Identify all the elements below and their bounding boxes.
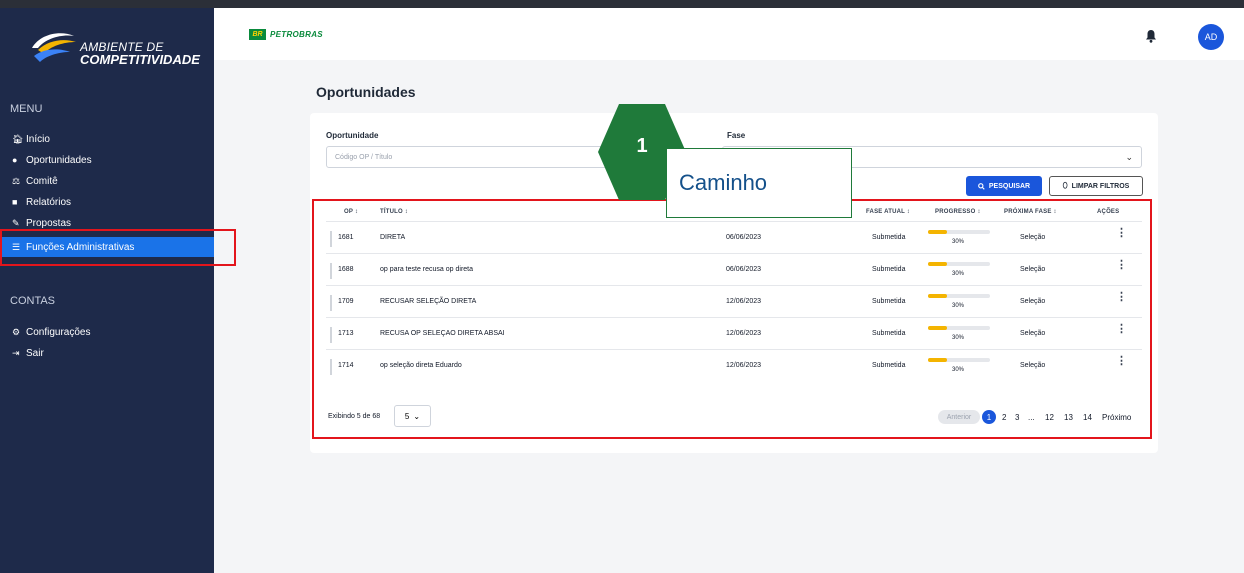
logo[interactable]: AMBIENTE DE COMPETITIVIDADE [30, 26, 200, 67]
sidebar-item-relatorios[interactable]: ■ Relatórios [0, 192, 214, 212]
logo-line2: COMPETITIVIDADE [80, 52, 200, 67]
sidebar-item-label: Propostas [26, 217, 72, 229]
search-button[interactable]: PESQUISAR [966, 176, 1042, 196]
menu-heading: MENU [10, 103, 43, 115]
brand-logo: BR PETROBRAS [249, 29, 323, 40]
highlight-table-box [312, 199, 1152, 439]
avatar[interactable]: AD [1198, 24, 1224, 50]
eraser-icon: ⬯ [1062, 181, 1068, 190]
accounts-heading: CONTAS [10, 295, 56, 307]
gear-icon: ⚙︎ [12, 326, 21, 337]
chevron-down-icon: ⌄ [1125, 152, 1133, 162]
sidebar-item-comite[interactable]: ⚖︎ Comitê [0, 171, 214, 191]
bell-icon[interactable] [1145, 29, 1157, 43]
sidebar-item-sair[interactable]: ⇥ Sair [0, 343, 214, 363]
clear-filters-label: LIMPAR FILTROS [1071, 182, 1130, 190]
callout-label: Caminho [679, 170, 768, 195]
search-icon [978, 182, 985, 190]
sidebar-item-label: Sair [26, 347, 44, 359]
sidebar: AMBIENTE DE COMPETITIVIDADE MENU 🏠︎ Iníc… [0, 8, 214, 573]
scale-icon: ⚖︎ [12, 175, 21, 186]
sidebar-item-label: Relatórios [26, 196, 72, 208]
report-icon: ■ [12, 197, 18, 207]
search-button-label: PESQUISAR [988, 182, 1031, 190]
sidebar-item-label: Comitê [26, 175, 58, 187]
sidebar-item-configuracoes[interactable]: ⚙︎ Configurações [0, 322, 214, 342]
top-strip [0, 0, 1244, 8]
top-header: BR PETROBRAS AD [214, 8, 1244, 60]
sidebar-item-inicio[interactable]: 🏠︎ Início [0, 129, 214, 149]
oportunidade-search-input[interactable]: Código OP / Título [326, 146, 626, 168]
fase-label: Fase [727, 131, 746, 140]
brand-name: PETROBRAS [270, 30, 323, 39]
oportunidade-label: Oportunidade [326, 131, 379, 140]
callout-caminho: Caminho [666, 148, 852, 218]
sidebar-item-oportunidades[interactable]: ● Oportunidades [0, 150, 214, 170]
page-title: Oportunidades [316, 84, 416, 100]
sidebar-item-label: Oportunidades [26, 154, 92, 166]
home-icon: 🏠︎ [12, 133, 24, 144]
lightbulb-icon: ● [12, 155, 18, 165]
logo-swoosh-icon [32, 33, 76, 62]
clear-filters-button[interactable]: ⬯ LIMPAR FILTROS [1049, 176, 1143, 196]
highlight-nav-box [0, 229, 236, 266]
sidebar-item-label: Início [26, 133, 50, 145]
input-placeholder: Código OP / Título [335, 153, 393, 161]
logout-icon: ⇥ [12, 347, 20, 358]
proposal-icon: ✎ [12, 217, 20, 228]
sidebar-item-label: Configurações [26, 326, 91, 338]
brand-badge: BR [249, 29, 266, 40]
